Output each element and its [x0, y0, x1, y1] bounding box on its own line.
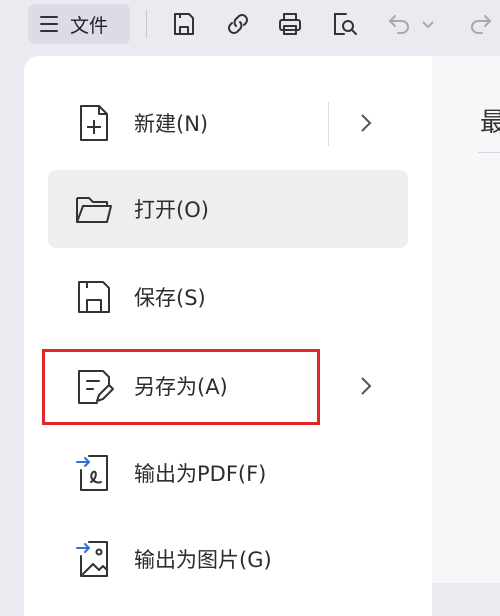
- menu-item-export-image[interactable]: 输出为图片(G): [48, 520, 408, 598]
- save-icon[interactable]: [168, 8, 200, 40]
- menu-item-open[interactable]: 打开(O): [48, 170, 408, 248]
- export-image-icon: [72, 537, 116, 581]
- print-preview-icon[interactable]: [328, 8, 360, 40]
- menu-item-export-pdf-label: 输出为PDF(F): [134, 462, 267, 486]
- submenu-divider: [328, 102, 329, 146]
- dropdown-icon[interactable]: [418, 8, 438, 40]
- print-icon[interactable]: [274, 8, 306, 40]
- menu-item-export-image-label: 输出为图片(G): [134, 548, 272, 572]
- file-menu-button[interactable]: 文件: [28, 4, 130, 44]
- menu-icon: [40, 15, 58, 33]
- export-pdf-icon: [72, 451, 116, 495]
- menu-item-open-label: 打开(O): [134, 198, 209, 222]
- save-icon: [72, 275, 116, 319]
- menu-item-save[interactable]: 保存(S): [48, 258, 408, 336]
- toolbar-separator: [146, 10, 147, 38]
- chevron-right-icon[interactable]: [354, 372, 378, 400]
- new-document-icon: [72, 101, 116, 145]
- menu-item-new[interactable]: 新建(N): [48, 84, 408, 162]
- redo-icon[interactable]: [464, 8, 496, 40]
- menu-item-save-label: 保存(S): [134, 286, 206, 310]
- top-toolbar: 文件: [0, 0, 500, 50]
- chevron-right-icon[interactable]: [354, 109, 378, 137]
- undo-icon[interactable]: [384, 8, 416, 40]
- file-menu-label: 文件: [70, 14, 109, 37]
- recent-pane-divider: [478, 152, 500, 153]
- highlight-box: [42, 349, 320, 425]
- folder-open-icon: [72, 187, 116, 231]
- menu-item-new-label: 新建(N): [134, 112, 209, 136]
- recent-pane-title: 最: [480, 108, 500, 138]
- share-link-icon[interactable]: [222, 8, 254, 40]
- menu-item-export-pdf[interactable]: 输出为PDF(F): [48, 434, 408, 512]
- recent-pane: 最: [432, 56, 500, 583]
